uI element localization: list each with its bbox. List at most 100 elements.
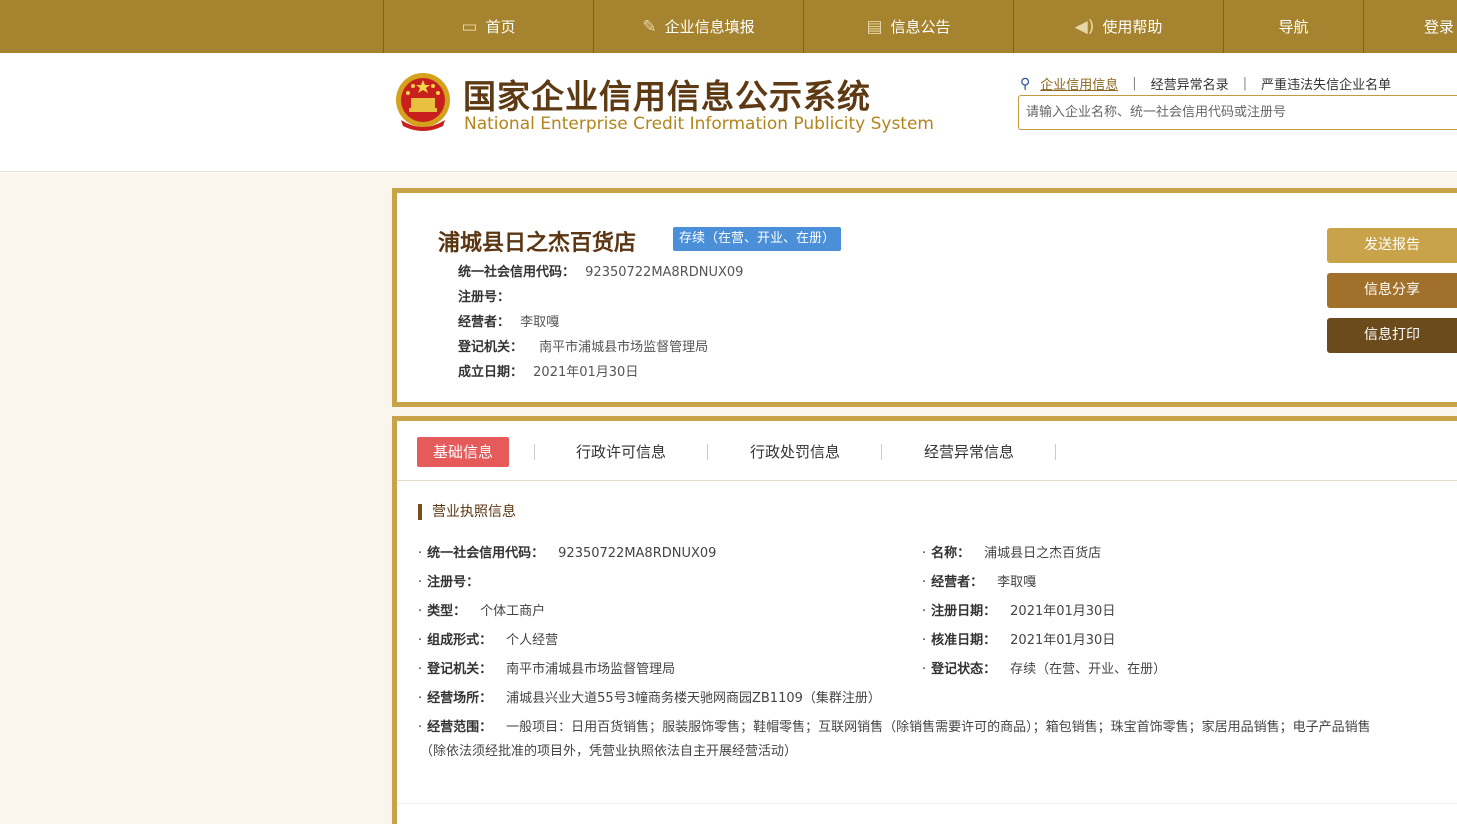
field-name: · 名称： 浦城县日之杰百货店 bbox=[922, 542, 1101, 561]
national-emblem-icon bbox=[396, 73, 450, 131]
field-operator: · 经营者： 李取嘎 bbox=[922, 571, 1036, 590]
tab-divider bbox=[534, 444, 535, 460]
top-nav: ▭ 首页 ✎ 企业信息填报 ▤ 信息公告 ◀) 使用帮助 导航 登录 bbox=[0, 0, 1457, 53]
business-scope-continuation: （除依法须经批准的项目外，凭营业执照依法自主开展经营活动） bbox=[420, 744, 798, 759]
bullet-icon: · bbox=[418, 691, 423, 706]
tab-penalty-info[interactable]: 行政处罚信息 bbox=[750, 437, 840, 467]
bullet-icon: · bbox=[922, 604, 927, 619]
bullet-icon: · bbox=[922, 575, 927, 590]
field-approval-date: · 核准日期： 2021年01月30日 bbox=[922, 629, 1115, 648]
field-type: · 类型： 个体工商户 bbox=[418, 600, 545, 619]
field-value: 92350722MA8RDNUX09 bbox=[558, 546, 717, 561]
summary-authority: 登记机关： 南平市浦城县市场监督管理局 bbox=[458, 336, 708, 355]
search-link-blacklist[interactable]: 严重违法失信企业名单 bbox=[1261, 74, 1391, 93]
field-label: 名称： bbox=[931, 546, 971, 561]
field-value: 2021年01月30日 bbox=[1010, 604, 1116, 619]
field-label: 经营者： bbox=[931, 575, 984, 590]
nav-announcement[interactable]: ▤ 信息公告 bbox=[803, 0, 1013, 53]
search-icon: ⚲ bbox=[1020, 75, 1031, 92]
summary-founded: 成立日期： 2021年01月30日 bbox=[458, 361, 638, 380]
bullet-icon: · bbox=[418, 633, 423, 648]
link-divider: | bbox=[1242, 76, 1248, 91]
field-credit-code: · 统一社会信用代码： 92350722MA8RDNUX09 bbox=[418, 542, 716, 561]
summary-reg-number: 注册号： bbox=[458, 286, 510, 305]
nav-report-label: 企业信息填报 bbox=[664, 18, 755, 36]
summary-label: 成立日期： bbox=[458, 365, 524, 380]
send-report-button[interactable]: 发送报告 bbox=[1327, 228, 1457, 263]
nav-report[interactable]: ✎ 企业信息填报 bbox=[593, 0, 803, 53]
monitor-icon: ▭ bbox=[461, 16, 478, 37]
summary-value: 李取嘎 bbox=[520, 315, 560, 330]
link-divider: | bbox=[1132, 76, 1137, 91]
print-info-button[interactable]: 信息打印 bbox=[1327, 318, 1457, 353]
bullet-icon: · bbox=[418, 720, 423, 735]
search-link-abnormal[interactable]: 经营异常名录 bbox=[1151, 74, 1229, 93]
nav-guide[interactable]: 导航 bbox=[1223, 0, 1363, 53]
tab-divider bbox=[1055, 444, 1056, 460]
field-value: 浦城县兴业大道55号3幢商务楼天驰网商园ZB1109（集群注册） bbox=[506, 691, 881, 706]
bullet-icon: · bbox=[418, 575, 423, 590]
nav-login-label: 登录 bbox=[1423, 18, 1454, 36]
field-value: 浦城县日之杰百货店 bbox=[984, 546, 1102, 561]
detail-card bbox=[392, 416, 1457, 824]
field-business-scope: · 经营范围： 一般项目：日用百货销售；服装服饰零售；鞋帽零售；互联网销售（除销售需… bbox=[418, 716, 1371, 735]
field-composition: · 组成形式： 个人经营 bbox=[418, 629, 558, 648]
tab-basic-info[interactable]: 基础信息 bbox=[417, 437, 510, 467]
document-icon: ▤ bbox=[866, 16, 883, 37]
site-title-english: National Enterprise Credit Information P… bbox=[464, 114, 934, 134]
summary-value: 2021年01月30日 bbox=[533, 365, 639, 380]
field-label: 统一社会信用代码： bbox=[427, 546, 545, 561]
field-label: 登记状态： bbox=[931, 662, 997, 677]
bullet-icon: · bbox=[922, 662, 927, 677]
summary-operator: 经营者： 李取嘎 bbox=[458, 311, 559, 330]
enterprise-name: 浦城县日之杰百货店 bbox=[438, 231, 637, 256]
field-value: 南平市浦城县市场监督管理局 bbox=[506, 662, 676, 677]
search-input[interactable]: 请输入企业名称、统一社会信用代码或注册号 bbox=[1018, 95, 1457, 130]
field-value: 个人经营 bbox=[506, 633, 559, 648]
bullet-icon: · bbox=[418, 546, 423, 561]
speaker-icon: ◀) bbox=[1074, 16, 1095, 37]
field-value: 个体工商户 bbox=[480, 604, 546, 619]
field-reg-date: · 注册日期： 2021年01月30日 bbox=[922, 600, 1115, 619]
share-info-button[interactable]: 信息分享 bbox=[1327, 273, 1457, 308]
summary-credit-code: 统一社会信用代码： 92350722MA8RDNUX09 bbox=[458, 261, 743, 280]
field-label: 组成形式： bbox=[427, 633, 493, 648]
summary-label: 注册号： bbox=[458, 290, 511, 305]
summary-value: 南平市浦城县市场监督管理局 bbox=[539, 340, 709, 355]
nav-home[interactable]: ▭ 首页 bbox=[383, 0, 593, 53]
summary-label: 统一社会信用代码： bbox=[458, 265, 576, 280]
field-value: 李取嘎 bbox=[997, 575, 1037, 590]
nav-guide-label: 导航 bbox=[1278, 18, 1309, 36]
field-label: 注册日期： bbox=[931, 604, 997, 619]
field-reg-number: · 注册号： bbox=[418, 571, 479, 590]
bullet-icon: · bbox=[418, 604, 423, 619]
field-value: 一般项目：日用百货销售；服装服饰零售；鞋帽零售；互联网销售（除销售需要许可的商品… bbox=[506, 720, 1371, 735]
search-link-credit[interactable]: 企业信用信息 bbox=[1040, 74, 1118, 93]
status-badge: 存续（在营、开业、在册） bbox=[673, 227, 842, 251]
content-bottom-divider bbox=[397, 803, 1457, 804]
bullet-icon: · bbox=[922, 546, 927, 561]
field-label: 类型： bbox=[427, 604, 467, 619]
nav-home-label: 首页 bbox=[485, 18, 516, 36]
field-reg-status: · 登记状态： 存续（在营、开业、在册） bbox=[922, 658, 1166, 677]
summary-label: 登记机关： bbox=[458, 340, 524, 355]
search-type-links: ⚲ 企业信用信息 | 经营异常名录 | 严重违法失信企业名单 bbox=[1020, 74, 1391, 94]
field-label: 核准日期： bbox=[931, 633, 997, 648]
tab-divider bbox=[881, 444, 882, 460]
tab-license-info[interactable]: 行政许可信息 bbox=[576, 437, 666, 467]
tab-bar-divider bbox=[397, 480, 1457, 481]
nav-help[interactable]: ◀) 使用帮助 bbox=[1013, 0, 1223, 53]
field-label: 登记机关： bbox=[427, 662, 493, 677]
bullet-icon: · bbox=[418, 662, 423, 677]
field-value: 存续（在营、开业、在册） bbox=[1010, 662, 1167, 677]
field-label: 经营范围： bbox=[427, 720, 493, 735]
tab-abnormal-info[interactable]: 经营异常信息 bbox=[924, 437, 1014, 467]
nav-help-label: 使用帮助 bbox=[1102, 18, 1163, 36]
field-label: 经营场所： bbox=[427, 691, 493, 706]
field-label: 注册号： bbox=[427, 575, 480, 590]
summary-label: 经营者： bbox=[458, 315, 511, 330]
nav-login[interactable]: 登录 bbox=[1363, 0, 1457, 53]
nav-announcement-label: 信息公告 bbox=[890, 18, 951, 36]
section-title-license: 营业执照信息 bbox=[418, 504, 516, 520]
site-title: 国家企业信用信息公示系统 bbox=[463, 77, 871, 116]
